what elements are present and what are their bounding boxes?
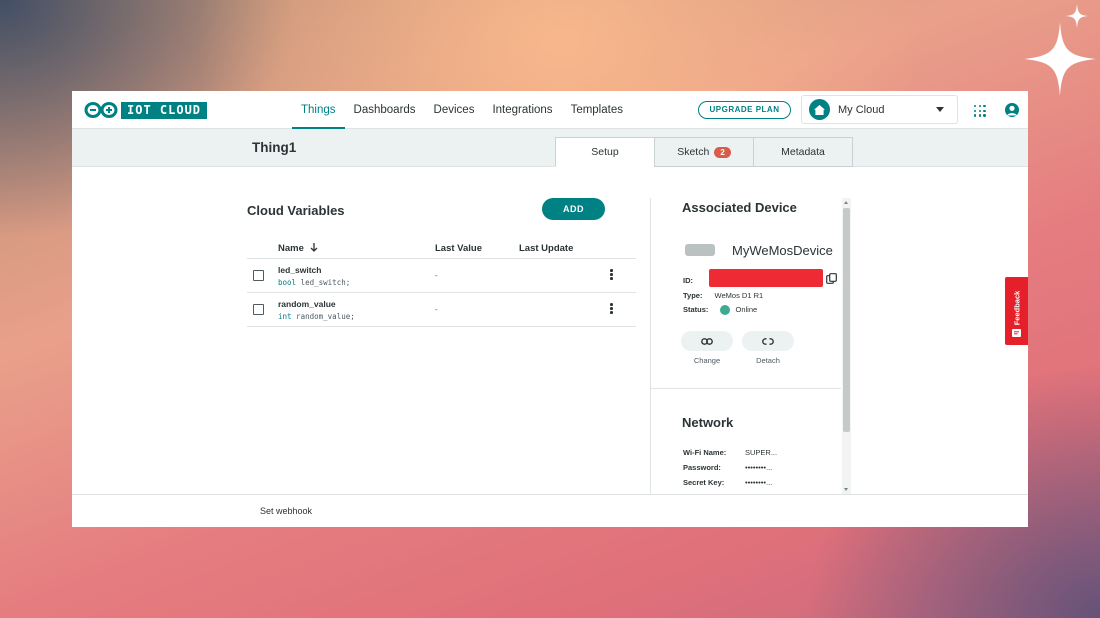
tab-setup-label: Setup [591,146,619,158]
feedback-label: Feedback [1012,290,1022,326]
row-checkbox[interactable] [253,270,264,281]
home-icon [809,99,830,120]
footer-bar: Set webhook [72,494,1028,527]
panel-divider [651,388,841,389]
associated-device-title: Associated Device [682,200,797,215]
feedback-tab[interactable]: Feedback [1005,277,1028,345]
variable-type: bool [278,278,297,287]
sort-arrow-down-icon [310,243,317,252]
link-icon [701,337,713,345]
logo-text: IOT CLOUD [121,101,208,119]
secret-key-row: Secret Key: ••••••••... [683,478,772,487]
upgrade-plan-button[interactable]: UPGRADE PLAN [698,101,791,119]
network-title: Network [682,415,734,430]
device-name[interactable]: MyWeMosDevice [732,243,833,258]
nav-link-dashboards[interactable]: Dashboards [345,91,425,129]
cloud-variables-title: Cloud Variables [247,203,345,218]
detach-device-label: Detach [756,356,780,365]
device-board-icon [685,244,715,256]
wifi-name-value: SUPER... [745,448,778,457]
wifi-name-row: Wi-Fi Name: SUPER... [683,448,777,457]
scroll-down-arrow-icon[interactable] [844,488,848,491]
column-header-name[interactable]: Name [278,243,318,254]
apps-grid-icon[interactable] [974,105,986,117]
sketch-notification-badge: 2 [714,146,731,158]
variable-last-value: - [435,305,438,314]
nav-link-integrations[interactable]: Integrations [483,91,561,129]
top-navbar: IOT CLOUD Things Dashboards Devices Inte… [72,91,1028,129]
device-type-value: WeMos D1 R1 [714,291,764,300]
device-status-value: Online [735,305,758,314]
variable-declaration: bool led_switch; [278,278,350,287]
device-type-label: Type: [683,291,703,300]
password-value: ••••••••... [745,463,773,472]
tab-sketch[interactable]: Sketch 2 [654,137,754,167]
thing-header: Thing1 Setup Sketch 2 Metadata [72,129,1028,167]
change-device-button[interactable] [681,331,733,351]
device-status-row: Status: Online [683,305,758,316]
variable-type: int [278,312,292,321]
variable-name: led_switch [278,265,322,275]
nav-link-templates[interactable]: Templates [562,91,632,129]
tab-setup[interactable]: Setup [555,137,655,167]
table-row[interactable]: led_switch bool led_switch; - [247,259,636,293]
secret-key-label: Secret Key: [683,478,725,487]
table-header: Name Last Value Last Update [247,239,636,259]
column-header-last-value: Last Value [435,243,482,254]
change-device-label: Change [693,356,721,365]
variable-decl-text: led_switch; [296,278,351,287]
arduino-infinity-icon [84,102,118,118]
cloud-selector-value: My Cloud [838,103,885,116]
variables-table: Name Last Value Last Update led_switch b… [247,239,636,327]
user-account-icon[interactable] [1005,103,1019,117]
variable-last-value: - [435,271,438,280]
password-label: Password: [683,463,721,472]
column-name-label: Name [278,243,304,254]
wifi-name-label: Wi-Fi Name: [683,448,727,457]
panel-scrollbar[interactable] [842,198,851,494]
thing-tabs: Setup Sketch 2 Metadata [555,137,853,167]
set-webhook-link[interactable]: Set webhook [260,506,312,516]
password-row: Password: ••••••••... [683,463,772,472]
arduino-logo[interactable]: IOT CLOUD [84,101,208,119]
device-side-panel: Associated Device MyWeMosDevice ID: Type… [650,198,851,494]
secret-key-value: ••••••••... [745,478,773,487]
more-options-icon[interactable] [610,269,613,281]
thing-title[interactable]: Thing1 [252,140,296,155]
nav-link-devices[interactable]: Devices [425,91,484,129]
feedback-chat-icon [1012,329,1021,337]
detach-device-button[interactable] [742,331,794,351]
cloud-selector[interactable]: My Cloud [801,95,958,124]
column-header-last-update: Last Update [519,243,574,254]
tab-sketch-label: Sketch [677,146,710,158]
device-type-row: Type: WeMos D1 R1 [683,291,763,300]
sparkle-small-icon [1066,4,1088,28]
device-id-redacted [709,269,823,287]
variable-name: random_value [278,299,336,309]
nav-link-things[interactable]: Things [292,91,345,129]
device-id-label: ID: [683,276,693,285]
tab-metadata-label: Metadata [781,146,825,158]
scroll-up-arrow-icon[interactable] [844,201,848,204]
more-options-icon[interactable] [610,303,613,315]
add-variable-button[interactable]: ADD [542,198,605,220]
row-checkbox[interactable] [253,304,264,315]
copy-icon[interactable] [826,273,837,284]
variable-decl-text: random_value; [291,312,355,321]
status-online-icon [719,305,730,316]
main-nav: Things Dashboards Devices Integrations T… [292,91,632,129]
tab-metadata[interactable]: Metadata [753,137,853,167]
iot-cloud-window: IOT CLOUD Things Dashboards Devices Inte… [72,91,1028,527]
device-status-label: Status: [683,305,709,314]
variable-declaration: int random_value; [278,312,355,321]
scrollbar-thumb[interactable] [843,208,850,432]
chevron-down-icon [936,107,944,112]
unlink-icon [762,337,774,345]
sparkle-large-icon [1024,22,1096,96]
table-row[interactable]: random_value int random_value; - [247,293,636,327]
